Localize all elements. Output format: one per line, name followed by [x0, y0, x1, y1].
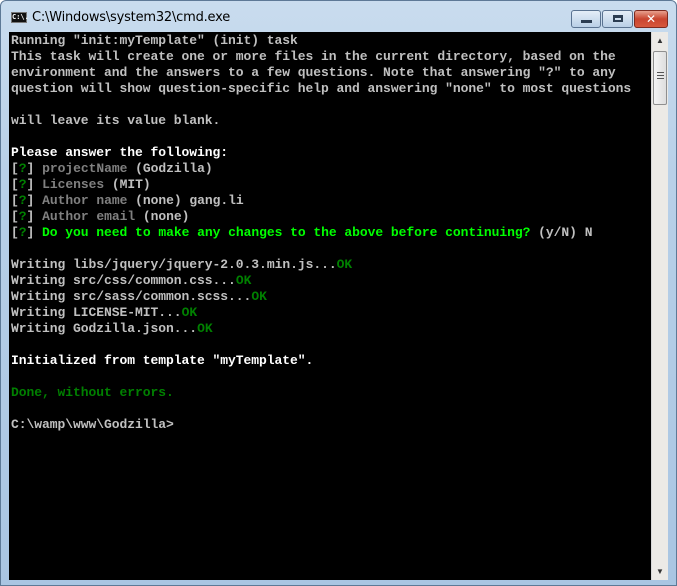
write-status: OK: [197, 321, 213, 336]
write-status: OK: [336, 257, 353, 272]
bracket: ]: [26, 209, 35, 224]
grip-icon: [657, 72, 664, 80]
question-label: Licenses: [42, 177, 105, 192]
write-prefix: Writing: [11, 289, 66, 304]
write-prefix: Writing: [11, 257, 66, 272]
scroll-down-arrow-icon[interactable]: ▼: [652, 563, 668, 580]
scroll-up-arrow-icon[interactable]: ▲: [652, 32, 668, 49]
console-line: question will show question-specific hel…: [11, 81, 632, 96]
write-line: Writing Godzilla.json...OK: [11, 321, 213, 337]
question-line: [?] Author name (none) gang.li: [11, 193, 244, 209]
question-default: (none): [135, 193, 182, 208]
console-line: Running "init:myTemplate" (init) task: [11, 33, 298, 48]
write-line: Writing src/sass/common.scss...OK: [11, 289, 267, 305]
vertical-scrollbar[interactable]: ▲ ▼: [651, 32, 668, 580]
write-file: src/sass/common.scss...: [73, 289, 252, 304]
write-status: OK: [251, 289, 267, 304]
write-prefix: Writing: [11, 321, 66, 336]
question-line: [?] projectName (Godzilla): [11, 161, 213, 177]
bracket: [: [11, 161, 19, 176]
close-icon: ✕: [645, 12, 657, 26]
minimize-button[interactable]: [571, 10, 601, 28]
console-line: This task will create one or more files …: [11, 49, 616, 64]
bracket: [: [11, 193, 19, 208]
question-mark: ?: [18, 225, 27, 240]
question-default: (MIT): [111, 177, 151, 192]
question-label: Author name: [42, 193, 128, 208]
question-label: projectName: [42, 161, 128, 176]
scroll-thumb[interactable]: [653, 51, 667, 105]
write-prefix: Writing: [11, 273, 66, 288]
command-prompt[interactable]: C:\wamp\www\Godzilla>: [11, 417, 174, 433]
question-mark: ?: [18, 193, 27, 208]
cmd-window: C:\. C:\Windows\system32\cmd.exe ✕ Runni…: [0, 0, 677, 586]
write-file: src/css/common.css...: [73, 273, 236, 288]
maximize-icon: [613, 15, 623, 22]
write-file: LICENSE-MIT...: [73, 305, 182, 320]
bracket: ]: [26, 193, 35, 208]
question-mark: ?: [18, 209, 27, 224]
console-line: environment and the answers to a few que…: [11, 65, 616, 80]
bracket: [: [11, 209, 19, 224]
title-bar[interactable]: C:\. C:\Windows\system32\cmd.exe ✕: [1, 1, 677, 31]
write-file: Godzilla.json...: [73, 321, 198, 336]
cmd-icon[interactable]: C:\.: [11, 12, 29, 23]
write-line: Writing src/css/common.css...OK: [11, 273, 251, 289]
minimize-icon: [581, 20, 592, 23]
write-status: OK: [235, 273, 252, 288]
question-answer: gang.li: [189, 193, 244, 208]
question-line: [?] Licenses (MIT): [11, 177, 151, 193]
done-message: Done, without errors.: [11, 385, 174, 400]
confirm-answer: N: [584, 225, 593, 240]
confirm-question: Do you need to make any changes to the a…: [42, 225, 531, 240]
write-file: libs/jquery/jquery-2.0.3.min.js...: [73, 257, 337, 272]
confirm-options: (y/N): [538, 225, 577, 240]
question-mark: ?: [18, 177, 27, 192]
question-default: (none): [142, 209, 190, 224]
confirm-line: [?] Do you need to make any changes to t…: [11, 225, 593, 240]
question-label: Author email: [42, 209, 136, 224]
question-default: (Godzilla): [135, 161, 213, 176]
window-title: C:\Windows\system32\cmd.exe: [32, 10, 231, 25]
write-status: OK: [181, 305, 198, 320]
close-button[interactable]: ✕: [634, 10, 668, 28]
console-line: will leave its value blank.: [11, 113, 221, 128]
maximize-button[interactable]: [602, 10, 633, 28]
initialized-message: Initialized from template "myTemplate".: [11, 353, 314, 368]
write-line: Writing LICENSE-MIT...OK: [11, 305, 197, 321]
prompt-header: Please answer the following:: [11, 145, 229, 160]
bracket: ]: [26, 177, 35, 192]
console-output[interactable]: Running "init:myTemplate" (init) task Th…: [9, 32, 651, 580]
write-prefix: Writing: [11, 305, 66, 320]
bracket: ]: [26, 161, 35, 176]
write-line: Writing libs/jquery/jquery-2.0.3.min.js.…: [11, 257, 352, 273]
question-line: [?] Author email (none): [11, 209, 189, 225]
question-mark: ?: [18, 161, 27, 176]
bracket: [: [11, 177, 19, 192]
